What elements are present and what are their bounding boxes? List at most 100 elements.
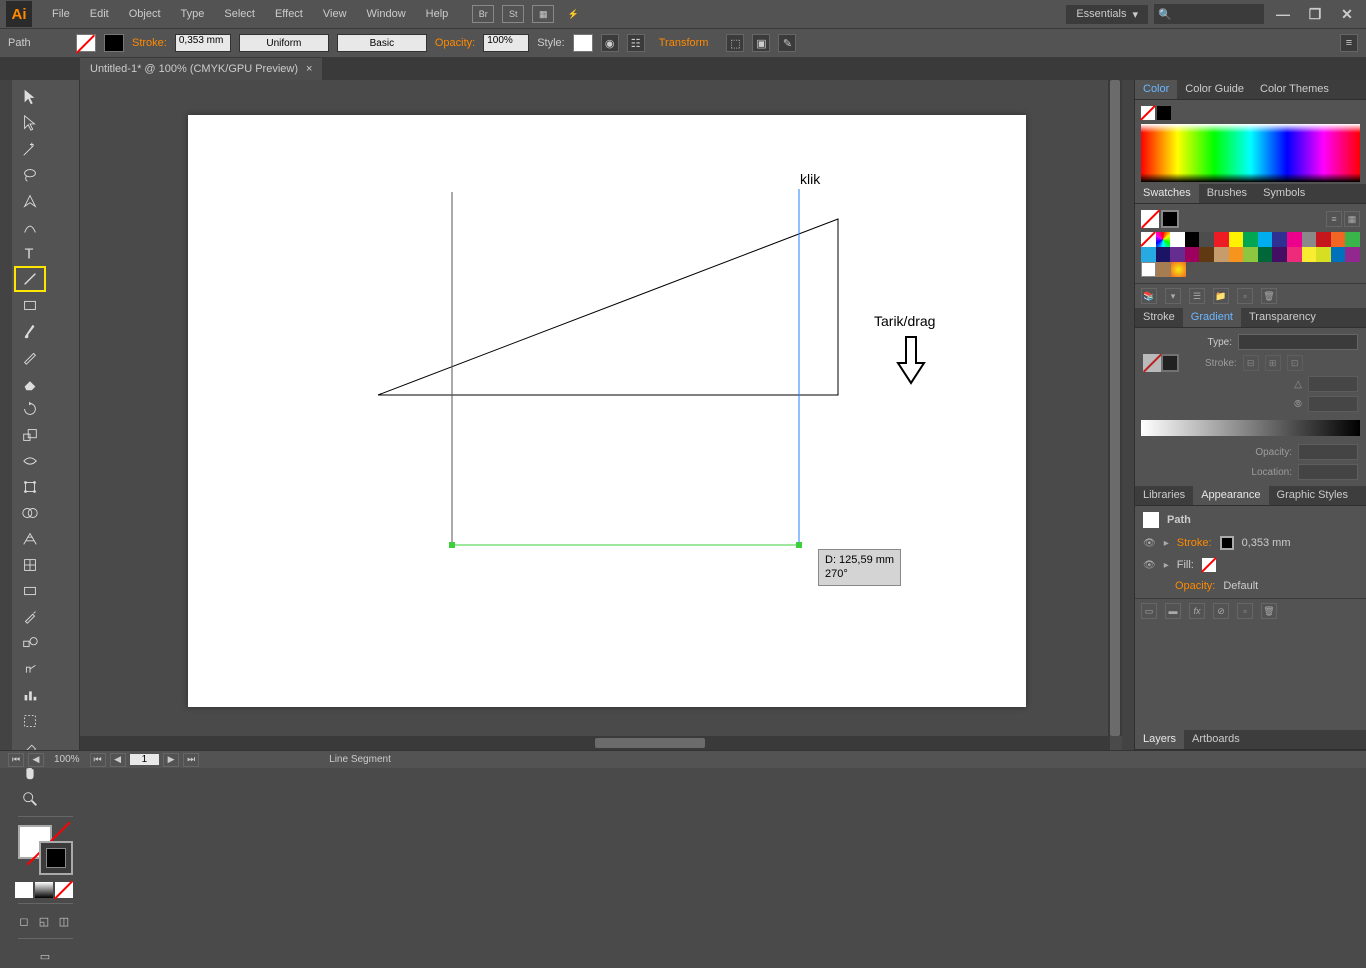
tab-brushes[interactable]: Brushes (1199, 184, 1255, 203)
gradient-aspect-input[interactable] (1308, 396, 1358, 412)
opacity-input[interactable]: 100% (483, 34, 529, 52)
selection-tool[interactable] (15, 85, 45, 109)
control-menu-icon[interactable]: ≡ (1340, 34, 1358, 52)
window-minimize[interactable]: — (1270, 4, 1296, 24)
graphic-style-swatch[interactable] (573, 34, 593, 52)
menu-help[interactable]: Help (416, 0, 459, 28)
workspace-switcher[interactable]: Essentials ▾ (1066, 5, 1148, 24)
menu-select[interactable]: Select (214, 0, 265, 28)
appearance-fill-chip[interactable] (1202, 558, 1216, 572)
perspective-grid-tool[interactable] (15, 527, 45, 551)
brush-def[interactable]: Basic (337, 34, 427, 52)
scale-tool[interactable] (15, 423, 45, 447)
zoom-level[interactable]: 100% (54, 754, 80, 765)
add-effect-icon[interactable]: fx (1189, 603, 1205, 619)
paintbrush-tool[interactable] (15, 319, 45, 343)
tab-gradient[interactable]: Gradient (1183, 308, 1241, 327)
color-fill-chip[interactable] (1141, 106, 1155, 120)
mesh-tool[interactable] (15, 553, 45, 577)
first-artboard[interactable]: ⏮ (8, 753, 24, 767)
swatch-kind-icon[interactable]: ▾ (1165, 288, 1181, 304)
mask-icon[interactable]: ▣ (752, 34, 770, 52)
none-mode[interactable] (55, 882, 73, 898)
rotate-tool[interactable] (15, 397, 45, 421)
visibility-toggle[interactable] (1143, 537, 1156, 549)
swatch-options-icon[interactable]: ☰ (1189, 288, 1205, 304)
stroke-swatch[interactable] (104, 34, 124, 52)
stroke-align-2[interactable]: ⊞ (1265, 355, 1281, 371)
swatch-list-view[interactable]: ≡ (1326, 211, 1342, 227)
gradient-fill-chip[interactable] (1143, 354, 1161, 372)
canvas-area[interactable]: klik Tarik/drag D: 125,59 mm 270° (80, 80, 1122, 750)
opacity-label[interactable]: Opacity: (435, 37, 475, 49)
column-graph-tool[interactable] (15, 683, 45, 707)
right-panel-strip[interactable] (1122, 80, 1134, 750)
add-stroke-icon[interactable]: ▭ (1141, 603, 1157, 619)
appearance-opacity-label[interactable]: Opacity: (1175, 580, 1215, 592)
screen-mode[interactable]: ▭ (15, 944, 75, 968)
menu-effect[interactable]: Effect (265, 0, 313, 28)
color-spectrum[interactable] (1141, 124, 1360, 182)
blend-tool[interactable] (15, 631, 45, 655)
scrollbar-vertical[interactable] (1108, 80, 1122, 736)
line-segment-tool[interactable] (15, 267, 45, 291)
tab-transparency[interactable]: Transparency (1241, 308, 1324, 327)
isolate-icon[interactable]: ⬚ (726, 34, 744, 52)
transform-label[interactable]: Transform (659, 37, 709, 49)
menu-edit[interactable]: Edit (80, 0, 119, 28)
zoom-tool[interactable] (15, 787, 45, 811)
swatch-stroke-chip[interactable] (1161, 210, 1179, 228)
pencil-tool[interactable] (15, 345, 45, 369)
eraser-tool[interactable] (15, 371, 45, 395)
search-input[interactable]: 🔍 (1154, 4, 1264, 24)
gradient-mode[interactable] (35, 882, 53, 898)
gradient-location-input[interactable] (1298, 464, 1358, 480)
gradient-type-select[interactable] (1238, 334, 1358, 350)
lasso-tool[interactable] (15, 163, 45, 187)
menu-window[interactable]: Window (357, 0, 416, 28)
disclosure-icon[interactable] (1164, 537, 1169, 549)
tab-symbols[interactable]: Symbols (1255, 184, 1313, 203)
shape-builder-tool[interactable] (15, 501, 45, 525)
width-tool[interactable] (15, 449, 45, 473)
direct-selection-tool[interactable] (15, 111, 45, 135)
stroke-align-1[interactable]: ⊟ (1243, 355, 1259, 371)
draw-behind[interactable]: ◱ (35, 909, 53, 933)
tab-artboards[interactable]: Artboards (1184, 730, 1248, 749)
swatch-grid-view[interactable]: ▦ (1344, 211, 1360, 227)
bridge-icon[interactable]: Br (472, 5, 494, 23)
clear-appearance-icon[interactable]: ⊘ (1213, 603, 1229, 619)
window-maximize[interactable]: ❐ (1302, 4, 1328, 24)
delete-swatch-icon[interactable]: 🗑 (1261, 288, 1277, 304)
gradient-stroke-chip[interactable] (1161, 354, 1179, 372)
fill-swatch[interactable] (76, 34, 96, 52)
symbol-sprayer-tool[interactable] (15, 657, 45, 681)
artboard-number[interactable]: 1 (130, 754, 160, 765)
swatch-libraries-icon[interactable]: 📚 (1141, 288, 1157, 304)
stroke-align-3[interactable]: ⊡ (1287, 355, 1303, 371)
artboard-nav-prev[interactable]: ◀ (110, 753, 126, 767)
menu-file[interactable]: File (42, 0, 80, 28)
stroke-weight-input[interactable]: 0,353 mm (175, 34, 231, 52)
stroke-indicator[interactable] (39, 841, 73, 875)
document-tab-close[interactable]: × (306, 63, 312, 75)
tab-swatches[interactable]: Swatches (1135, 184, 1199, 203)
artboard[interactable]: klik Tarik/drag D: 125,59 mm 270° (188, 115, 1026, 707)
recolor-icon[interactable]: ◉ (601, 34, 619, 52)
artboard-nav-first[interactable]: ⏮ (90, 753, 106, 767)
draw-normal[interactable]: ◻ (15, 909, 33, 933)
appearance-stroke-label[interactable]: Stroke: (1177, 537, 1212, 549)
align-icon[interactable]: ☷ (627, 34, 645, 52)
stroke-profile[interactable]: Uniform (239, 34, 329, 52)
curvature-tool[interactable] (15, 215, 45, 239)
tab-color-guide[interactable]: Color Guide (1177, 80, 1252, 99)
stroke-label[interactable]: Stroke: (132, 37, 167, 49)
prev-artboard[interactable]: ◀ (28, 753, 44, 767)
draw-inside[interactable]: ◫ (55, 909, 73, 933)
artboard-nav-next[interactable]: ▶ (163, 753, 179, 767)
menu-type[interactable]: Type (171, 0, 215, 28)
free-transform-tool[interactable] (15, 475, 45, 499)
menu-object[interactable]: Object (119, 0, 171, 28)
window-close[interactable]: ✕ (1334, 4, 1360, 24)
tab-color-themes[interactable]: Color Themes (1252, 80, 1337, 99)
